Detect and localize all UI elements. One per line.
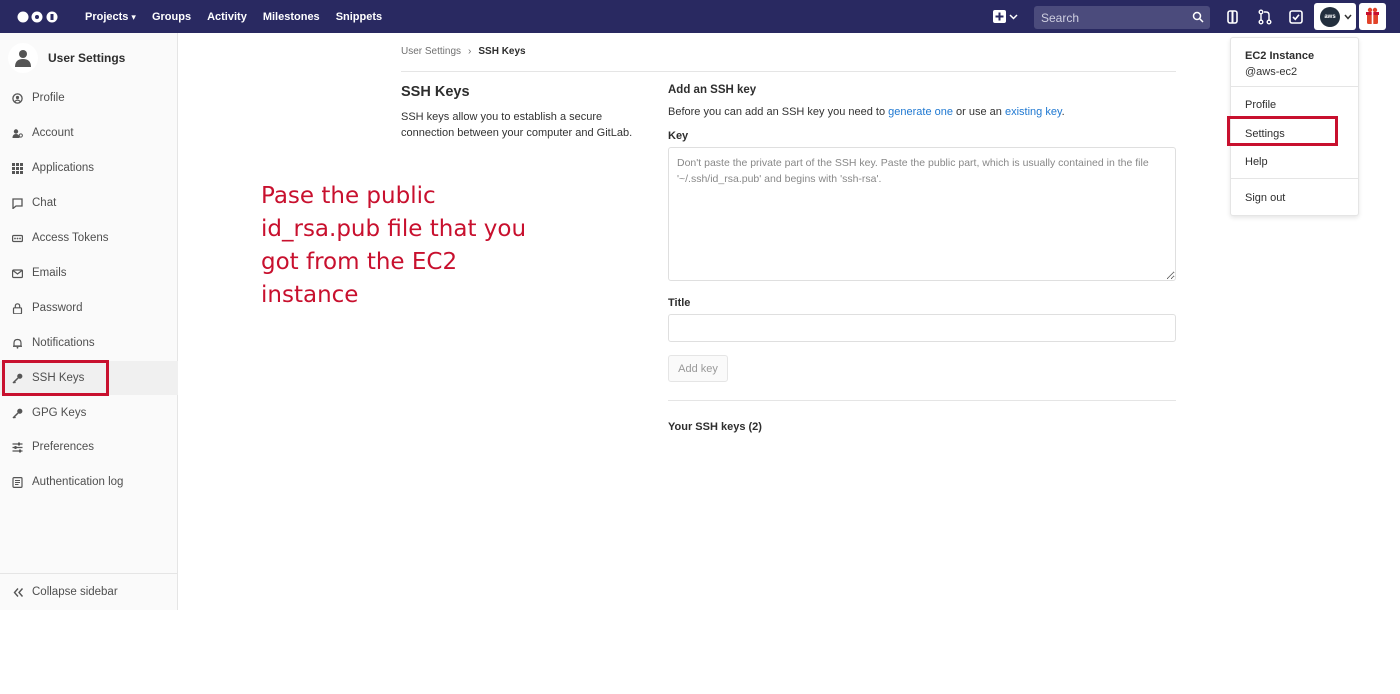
sidebar-title: User Settings — [48, 51, 126, 65]
form-intro: Before you can add an SSH key you need t… — [668, 106, 1065, 118]
help-button[interactable] — [1359, 3, 1386, 30]
gitlab-logo-icon[interactable] — [17, 9, 61, 25]
page-title: SSH Keys — [401, 84, 470, 100]
user-menu-button[interactable]: aws — [1314, 3, 1356, 30]
section-description: SSH keys allow you to establish a secure… — [401, 111, 633, 139]
settings-sidebar: User Settings Profile Account Applicatio… — [0, 33, 178, 610]
dropdown-item-profile[interactable]: Profile — [1245, 99, 1276, 111]
chevron-down-icon: ▾ — [131, 11, 136, 22]
form-heading: Add an SSH key — [668, 84, 757, 96]
applications-icon — [12, 162, 23, 174]
divider — [1231, 178, 1358, 179]
search-icon — [1192, 11, 1204, 23]
sidebar-item-password[interactable]: Password — [0, 291, 178, 325]
annotation-text: Pase the public id_rsa.pub file that you… — [261, 183, 527, 308]
dropdown-item-help[interactable]: Help — [1245, 156, 1268, 168]
top-navbar: Projects ▾ Groups Activity Milestones Sni… — [0, 0, 1400, 33]
sidebar-item-gpg-keys[interactable]: GPG Keys — [0, 396, 178, 430]
highlight-box — [1227, 116, 1338, 146]
sidebar-item-label: Emails — [32, 267, 67, 279]
search-box[interactable] — [1034, 6, 1210, 29]
sidebar-item-profile[interactable]: Profile — [0, 81, 178, 115]
todos-icon[interactable] — [1288, 9, 1304, 25]
breadcrumb-parent[interactable]: User Settings — [401, 46, 461, 57]
sidebar-item-label: Chat — [32, 197, 57, 209]
sidebar-item-account[interactable]: Account — [0, 116, 178, 150]
highlight-box — [2, 360, 109, 396]
key-textarea[interactable] — [668, 147, 1176, 281]
sidebar-item-label: Notifications — [32, 337, 95, 349]
title-label: Title — [668, 297, 691, 309]
chevron-down-icon — [1009, 13, 1018, 20]
sidebar-item-preferences[interactable]: Preferences — [0, 430, 178, 464]
generate-key-link[interactable]: generate one — [888, 106, 953, 118]
divider — [668, 400, 1176, 401]
tanuki-gift-icon — [1366, 7, 1379, 24]
divider — [401, 71, 1176, 72]
nav-snippets[interactable]: Snippets — [336, 11, 382, 23]
search-input[interactable] — [1034, 6, 1184, 29]
sidebar-item-applications[interactable]: Applications — [0, 151, 178, 185]
token-icon — [12, 234, 23, 242]
collapse-sidebar-label: Collapse sidebar — [32, 586, 118, 598]
sidebar-item-chat[interactable]: Chat — [0, 186, 178, 220]
sidebar-item-notifications[interactable]: Notifications — [0, 326, 178, 360]
divider — [1231, 86, 1358, 87]
sidebar-item-label: Password — [32, 302, 83, 314]
existing-key-link[interactable]: existing key — [1005, 106, 1062, 118]
new-dropdown-button[interactable] — [993, 8, 1023, 25]
key-icon — [12, 408, 23, 419]
log-icon — [12, 476, 23, 488]
nav-groups[interactable]: Groups — [152, 11, 191, 23]
sidebar-item-label: Authentication log — [32, 476, 124, 488]
sidebar-item-label: GPG Keys — [32, 407, 87, 419]
dropdown-username[interactable]: @aws-ec2 — [1245, 66, 1297, 78]
main-nav: Projects ▾ Groups Activity Milestones Sni… — [85, 0, 382, 33]
nav-projects[interactable]: Projects ▾ — [85, 11, 136, 23]
avatar: aws — [1320, 6, 1340, 27]
email-icon — [12, 268, 23, 278]
add-key-button[interactable]: Add key — [668, 355, 728, 382]
sidebar-item-authentication-log[interactable]: Authentication log — [0, 465, 178, 499]
user-icon — [15, 50, 31, 67]
account-icon — [12, 128, 23, 138]
breadcrumb-current[interactable]: SSH Keys — [478, 46, 525, 57]
merge-request-icon[interactable] — [1257, 9, 1273, 25]
profile-icon — [12, 92, 23, 104]
title-input[interactable] — [668, 314, 1176, 342]
sidebar-item-label: Applications — [32, 162, 95, 174]
collapse-sidebar-button[interactable]: Collapse sidebar — [0, 573, 178, 610]
lock-icon — [12, 302, 23, 314]
avatar — [8, 43, 38, 73]
double-chevron-left-icon — [13, 587, 24, 597]
preferences-icon — [12, 442, 23, 452]
plus-square-icon — [993, 10, 1006, 23]
ssh-keys-count-heading: Your SSH keys (2) — [668, 421, 762, 433]
dropdown-user-name[interactable]: EC2 Instance — [1245, 50, 1314, 62]
sidebar-item-emails[interactable]: Emails — [0, 256, 178, 290]
issues-icon[interactable] — [1225, 9, 1241, 25]
chevron-right-icon: › — [468, 46, 472, 57]
sidebar-header[interactable]: User Settings — [8, 43, 125, 73]
chat-icon — [12, 197, 23, 209]
key-label: Key — [668, 130, 689, 142]
sidebar-item-label: Profile — [32, 92, 65, 104]
dropdown-item-sign-out[interactable]: Sign out — [1245, 192, 1285, 204]
sidebar-item-access-tokens[interactable]: Access Tokens — [0, 221, 178, 255]
sidebar-item-label: Access Tokens — [32, 232, 109, 244]
sidebar-item-label: Account — [32, 127, 74, 139]
nav-activity[interactable]: Activity — [207, 11, 247, 23]
sidebar-item-label: Preferences — [32, 441, 95, 453]
breadcrumb: User Settings › SSH Keys — [401, 46, 526, 57]
nav-milestones[interactable]: Milestones — [263, 11, 320, 23]
chevron-down-icon — [1344, 14, 1352, 20]
bell-icon — [13, 338, 22, 349]
